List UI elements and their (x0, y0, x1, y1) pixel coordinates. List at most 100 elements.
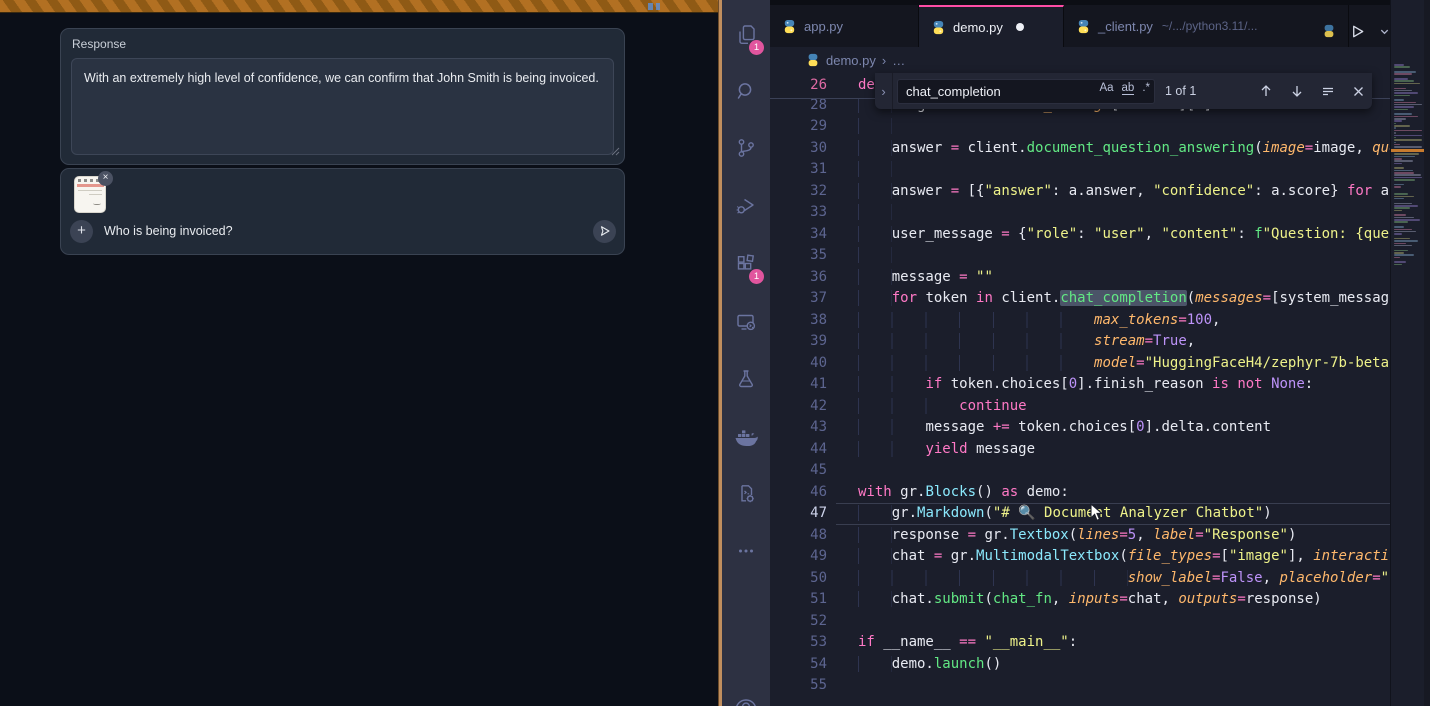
line-number: 45 (770, 460, 836, 482)
code-line[interactable]: 35 (770, 245, 1390, 267)
tab-bar: app.py demo.py _client.py ~/.../python3.… (770, 5, 1430, 47)
code-line[interactable]: 46with gr.Blocks() as demo: (770, 482, 1390, 504)
code-line[interactable]: 34 user_message = {"role": "user", "cont… (770, 224, 1390, 246)
toggle-replace-button[interactable]: › (875, 73, 893, 109)
line-content: chat = gr.MultimodalTextbox(file_types=[… (836, 546, 1390, 568)
line-content (836, 675, 858, 697)
line-content (836, 460, 858, 482)
find-in-selection-button[interactable] (1321, 84, 1335, 98)
line-content (836, 245, 892, 267)
response-textarea[interactable]: With an extremely high level of confiden… (71, 58, 614, 155)
response-panel: Response With an extremely high level of… (60, 28, 625, 165)
code-editor[interactable]: 27 28 image = multimodal_message["files"… (770, 73, 1390, 706)
line-content: user_message = {"role": "user", "content… (836, 224, 1390, 246)
code-line[interactable]: 48 response = gr.Textbox(lines=5, label=… (770, 525, 1390, 547)
modified-dot-icon[interactable] (1016, 23, 1024, 31)
sidebar-item-task-runner[interactable] (722, 470, 770, 518)
run-dropdown-button[interactable] (1379, 26, 1390, 37)
sidebar-item-testing[interactable] (722, 355, 770, 403)
vscode-window: 1 (722, 0, 1430, 706)
whole-word-toggle[interactable]: ab (1122, 82, 1135, 95)
line-number: 34 (770, 224, 836, 246)
code-line[interactable]: 51 chat.submit(chat_fn, inputs=chat, out… (770, 589, 1390, 611)
close-find-button[interactable] (1352, 85, 1365, 98)
sidebar-item-run-debug[interactable] (722, 182, 770, 230)
line-number: 38 (770, 310, 836, 332)
code-line[interactable]: 31 (770, 159, 1390, 181)
line-content: model="HuggingFaceH4/zephyr-7b-beta") (836, 353, 1390, 375)
code-line[interactable]: 33 (770, 202, 1390, 224)
line-content: if token.choices[0].finish_reason is not… (836, 374, 1313, 396)
find-widget: › Aa ab .* 1 of 1 (875, 73, 1372, 109)
line-number: 35 (770, 245, 836, 267)
question-text[interactable]: Who is being invoiced? (104, 224, 233, 238)
python-icon (931, 20, 946, 35)
line-number: 29 (770, 116, 836, 138)
activity-bar: 1 (722, 0, 770, 706)
sidebar-item-extensions[interactable]: 1 (722, 240, 770, 288)
flask-icon (734, 367, 758, 391)
code-line[interactable]: 47 gr.Markdown("# 🔍 Document Analyzer Ch… (770, 503, 1390, 525)
sidebar-item-more[interactable] (722, 527, 770, 575)
next-match-button[interactable] (1290, 84, 1304, 98)
line-content (836, 611, 858, 633)
tab-label: demo.py (953, 20, 1003, 35)
line-number: 42 (770, 396, 836, 418)
code-line[interactable]: 30 answer = client.document_question_ans… (770, 138, 1390, 160)
line-content (836, 159, 892, 181)
code-line[interactable]: 29 (770, 116, 1390, 138)
remove-attachment-button[interactable]: × (98, 171, 113, 186)
line-content: message += token.choices[0].delta.conten… (836, 417, 1271, 439)
breadcrumb: demo.py › … (770, 47, 1390, 73)
code-line[interactable]: 41 if token.choices[0].finish_reason is … (770, 374, 1390, 396)
code-line[interactable]: 37 for token in client.chat_completion(m… (770, 288, 1390, 310)
sidebar-item-source-control[interactable] (722, 124, 770, 172)
submit-button[interactable] (593, 220, 616, 243)
code-line[interactable]: 52 (770, 611, 1390, 633)
code-line[interactable]: 42 continue (770, 396, 1390, 418)
resize-handle-icon[interactable] (611, 143, 620, 161)
run-button[interactable] (1349, 23, 1366, 40)
line-number: 50 (770, 568, 836, 590)
code-line[interactable]: 50 show_label=False, placeholder="Upload… (770, 568, 1390, 590)
code-line[interactable]: 40 model="HuggingFaceH4/zephyr-7b-beta") (770, 353, 1390, 375)
line-number: 43 (770, 417, 836, 439)
tab-label: app.py (804, 19, 843, 34)
code-line[interactable]: 49 chat = gr.MultimodalTextbox(file_type… (770, 546, 1390, 568)
line-content: gr.Markdown("# 🔍 Document Analyzer Chatb… (836, 503, 1272, 525)
tab-demo-py[interactable]: demo.py (919, 5, 1064, 47)
send-icon (598, 224, 612, 238)
scrollbar[interactable] (1424, 0, 1430, 706)
previous-match-button[interactable] (1259, 84, 1273, 98)
code-line[interactable]: 43 message += token.choices[0].delta.con… (770, 417, 1390, 439)
breadcrumb-file[interactable]: demo.py (826, 53, 876, 68)
code-line[interactable]: 54 demo.launch() (770, 654, 1390, 676)
code-line[interactable]: 44 yield message (770, 439, 1390, 461)
tab-client-py[interactable]: _client.py ~/.../python3.11/... (1064, 5, 1349, 47)
line-number: 52 (770, 611, 836, 633)
code-line[interactable]: 53if __name__ == "__main__": (770, 632, 1390, 654)
code-line[interactable]: 36 message = "" (770, 267, 1390, 289)
tab-app-py[interactable]: app.py (770, 5, 919, 47)
line-content: chat.submit(chat_fn, inputs=chat, output… (836, 589, 1322, 611)
code-line[interactable]: 45 (770, 460, 1390, 482)
sidebar-item-remote-explorer[interactable] (722, 298, 770, 346)
code-line[interactable]: 39 stream=True, (770, 331, 1390, 353)
sidebar-item-account[interactable] (722, 684, 770, 706)
regex-toggle[interactable]: .* (1142, 82, 1150, 95)
sidebar-item-search[interactable] (722, 67, 770, 115)
line-content: max_tokens=100, (836, 310, 1220, 332)
match-case-toggle[interactable]: Aa (1099, 82, 1113, 95)
sidebar-item-explorer[interactable]: 1 (722, 11, 770, 59)
sidebar-item-docker[interactable] (722, 413, 770, 461)
code-line[interactable]: 38 max_tokens=100, (770, 310, 1390, 332)
screen: Response With an extremely high level of… (0, 0, 1430, 706)
minimap[interactable] (1390, 0, 1424, 706)
stripe-dot (648, 3, 653, 10)
add-file-button[interactable]: + (70, 220, 93, 243)
line-number: 32 (770, 181, 836, 203)
breadcrumb-symbol[interactable]: … (892, 53, 905, 68)
code-line[interactable]: 32 answer = [{"answer": a.answer, "confi… (770, 181, 1390, 203)
code-line[interactable]: 55 (770, 675, 1390, 697)
remote-icon (734, 310, 758, 334)
